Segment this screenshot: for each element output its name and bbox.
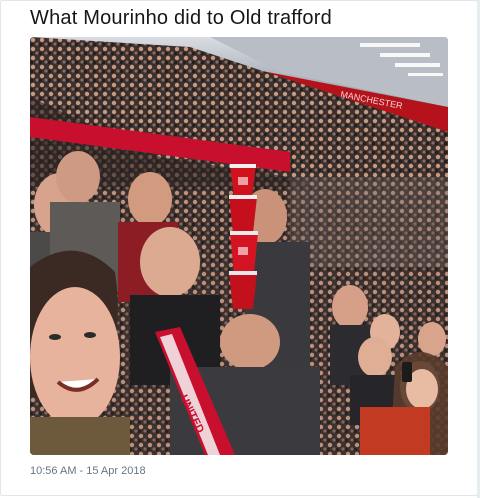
tweet-text: What Mourinho did to Old trafford xyxy=(30,7,332,29)
tweet-timestamp[interactable]: 10:56 AM - 15 Apr 2018 xyxy=(30,465,146,477)
tweet-photo[interactable]: MANCHESTER UNITED xyxy=(30,37,448,455)
phone-icon xyxy=(402,362,412,382)
crowd-photo-illustration: MANCHESTER UNITED xyxy=(30,37,448,455)
